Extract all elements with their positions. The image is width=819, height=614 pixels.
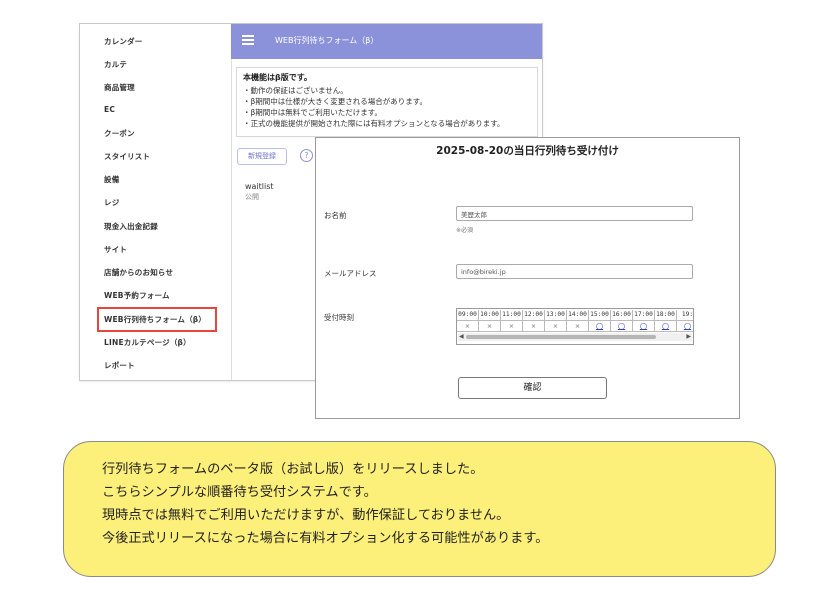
sidebar-item-karte[interactable]: カルテ [104, 59, 127, 70]
horizontal-scrollbar[interactable]: ◀ ▶ [458, 333, 692, 341]
sidebar-item-stylist[interactable]: スタイリスト [104, 151, 150, 162]
confirm-button[interactable]: 確認 [458, 377, 607, 399]
sidebar-item-products[interactable]: 商品管理 [104, 82, 135, 93]
time-slot-header: 09:00 [457, 310, 479, 321]
sidebar-item-coupon[interactable]: クーポン [104, 128, 135, 139]
time-slot-header: 19: [677, 310, 693, 321]
time-slot-header: 17:00 [633, 310, 655, 321]
sidebar-item-report[interactable]: レポート [104, 360, 135, 371]
sidebar-item-store-news[interactable]: 店舗からのお知らせ [104, 267, 173, 278]
app-header: WEB行列待ちフォーム（β） [231, 24, 542, 59]
notice-line: ・β期間中は無料でご利用いただけます。 [243, 108, 383, 117]
name-label: お名前 [324, 211, 347, 220]
slot-unavailable: × [457, 321, 479, 332]
slot-available[interactable]: ◯ [677, 321, 693, 332]
sidebar-item-site[interactable]: サイト [104, 244, 127, 255]
slot-available[interactable]: ◯ [589, 321, 611, 332]
highlight-box [97, 307, 217, 332]
required-note: ※必須 [456, 227, 474, 234]
scroll-right-arrow-icon[interactable]: ▶ [686, 333, 691, 341]
slot-available[interactable]: ◯ [611, 321, 633, 332]
scroll-thumb[interactable] [466, 335, 656, 339]
form-title: 2025-08-20の当日行列待ち受け付け [436, 145, 619, 157]
sidebar: カレンダー カルテ 商品管理 EC クーポン スタイリスト 設備 レジ 現金入出… [80, 24, 232, 380]
notice-line: ・β期間中は仕様が大きく変更される場合があります。 [243, 97, 428, 106]
hamburger-icon[interactable] [242, 35, 254, 45]
sidebar-item-web-reservation[interactable]: WEB予約フォーム [104, 290, 170, 301]
announcement-line: 現時点では無料でご利用いただけますが、動作保証しておりません。 [102, 508, 510, 523]
time-slot-header: 18:00 [655, 310, 677, 321]
sidebar-item-equipment[interactable]: 設備 [104, 174, 119, 185]
time-slot-header: 12:00 [523, 310, 545, 321]
scroll-left-arrow-icon[interactable]: ◀ [459, 333, 464, 341]
time-slot-header: 15:00 [589, 310, 611, 321]
time-label: 受付時刻 [324, 313, 354, 322]
notice-line: ・正式の機能提供が開始された際には有料オプションとなる場合があります。 [243, 119, 505, 128]
new-register-button[interactable]: 新規登録 [237, 148, 287, 165]
email-input[interactable] [456, 264, 693, 279]
email-label: メールアドレス [324, 269, 377, 278]
notice-title: 本機能はβ版です。 [243, 73, 312, 82]
notice-line: ・動作の保証はございません。 [243, 86, 348, 95]
sidebar-item-ec[interactable]: EC [104, 105, 115, 114]
slot-unavailable: × [523, 321, 545, 332]
slot-unavailable: × [479, 321, 501, 332]
name-input[interactable] [456, 206, 693, 221]
time-slot-table: 09:00 10:00 11:00 12:00 13:00 14:00 15:0… [456, 308, 694, 345]
time-slot-header: 16:00 [611, 310, 633, 321]
time-slot-header: 14:00 [567, 310, 589, 321]
time-slot-header: 10:00 [479, 310, 501, 321]
announcement-line: 行列待ちフォームのベータ版（お試し版）をリリースしました。 [102, 462, 484, 477]
sidebar-item-register[interactable]: レジ [104, 197, 119, 208]
slot-available[interactable]: ◯ [655, 321, 677, 332]
announcement-line: 今後正式リリースになった場合に有料オプション化する可能性があります。 [102, 531, 549, 546]
time-slot-header: 13:00 [545, 310, 567, 321]
page-title: WEB行列待ちフォーム（β） [275, 36, 379, 45]
help-icon[interactable]: ? [300, 149, 313, 162]
time-slot-header: 11:00 [501, 310, 523, 321]
slot-unavailable: × [501, 321, 523, 332]
slot-unavailable: × [545, 321, 567, 332]
sidebar-item-calendar[interactable]: カレンダー [104, 36, 143, 47]
sidebar-item-line-karte[interactable]: LINEカルテページ（β） [104, 337, 191, 348]
beta-notice: 本機能はβ版です。 ・動作の保証はございません。 ・β期間中は仕様が大きく変更さ… [236, 67, 538, 137]
slot-unavailable: × [567, 321, 589, 332]
waitlist-status: 公開 [245, 193, 259, 201]
announcement-line: こちらシンプルな順番待ち受付システムです。 [102, 485, 377, 500]
waitlist-form-window: 2025-08-20の当日行列待ち受け付け お名前 ※必須 メールアドレス 受付… [315, 137, 740, 419]
announcement-box: 行列待ちフォームのベータ版（お試し版）をリリースしました。 こちらシンプルな順番… [63, 441, 776, 577]
waitlist-name[interactable]: waitlist [245, 182, 274, 191]
sidebar-item-cash-log[interactable]: 現金入出金記録 [104, 221, 158, 232]
slot-available[interactable]: ◯ [633, 321, 655, 332]
